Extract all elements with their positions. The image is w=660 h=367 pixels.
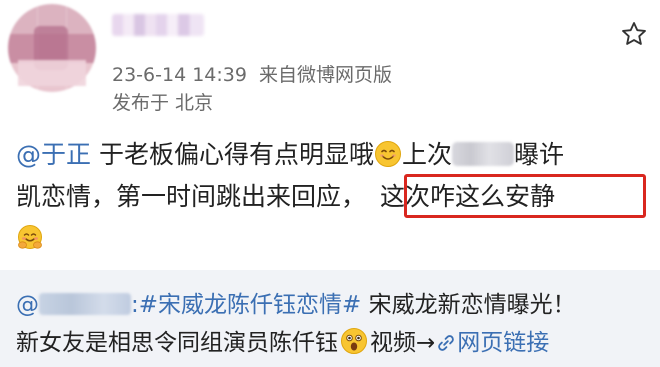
repost-line-2: 新女友是相思令同组演员陈仟钰 视频→ 网页链接 [16, 324, 656, 362]
repost-text-2: 新女友是相思令同组演员陈仟钰 [16, 330, 338, 356]
redacted-username [39, 293, 131, 315]
link-icon [438, 335, 455, 351]
surprised-emoji [341, 328, 367, 354]
arrow: → [416, 330, 436, 356]
post-line-3 [16, 218, 44, 260]
post-header: 23-6-14 14:39 来自微博网页版 发布于 北京 [0, 0, 660, 120]
repost-text-1: 宋威龙新恋情曝光！ [368, 292, 576, 318]
avatar[interactable] [8, 4, 96, 92]
web-link[interactable]: 网页链接 [457, 330, 549, 356]
post-location: 发布于 北京 [112, 92, 214, 114]
post-text-1: 于老板偏心得有点明显哦 [98, 140, 374, 169]
username-redacted[interactable] [112, 14, 204, 36]
topic-link[interactable]: :#宋威龙陈仟钰恋情# [131, 292, 361, 318]
repost-text-3: 视频 [370, 330, 416, 356]
post-meta: 23-6-14 14:39 来自微博网页版 [112, 60, 404, 87]
highlight-box [404, 174, 646, 218]
post-line-1: @于正 于老板偏心得有点明显哦 上次 曝许 [16, 134, 564, 176]
smile-emoji [374, 141, 401, 167]
post-source: 来自微博网页版 [258, 64, 392, 86]
hugging-emoji [18, 225, 42, 249]
mention-link[interactable]: @于正 [16, 140, 91, 169]
redacted-name [452, 142, 514, 166]
repost-line-1: @:#宋威龙陈仟钰恋情# 宋威龙新恋情曝光！ [16, 292, 576, 318]
star-icon[interactable] [620, 20, 648, 48]
post-text-3: 曝许 [514, 140, 565, 169]
post-text-4: 凯恋情，第一时间跳出来回应， [16, 182, 367, 211]
timestamp: 23-6-14 14:39 [112, 64, 247, 86]
repost-text: @:#宋威龙陈仟钰恋情# 宋威龙新恋情曝光！ 新女友是相思令同组演员陈仟钰 视频… [16, 286, 656, 362]
repost-card[interactable]: @:#宋威龙陈仟钰恋情# 宋威龙新恋情曝光！ 新女友是相思令同组演员陈仟钰 视频… [0, 270, 660, 367]
post-text-2: 上次 [401, 140, 452, 169]
